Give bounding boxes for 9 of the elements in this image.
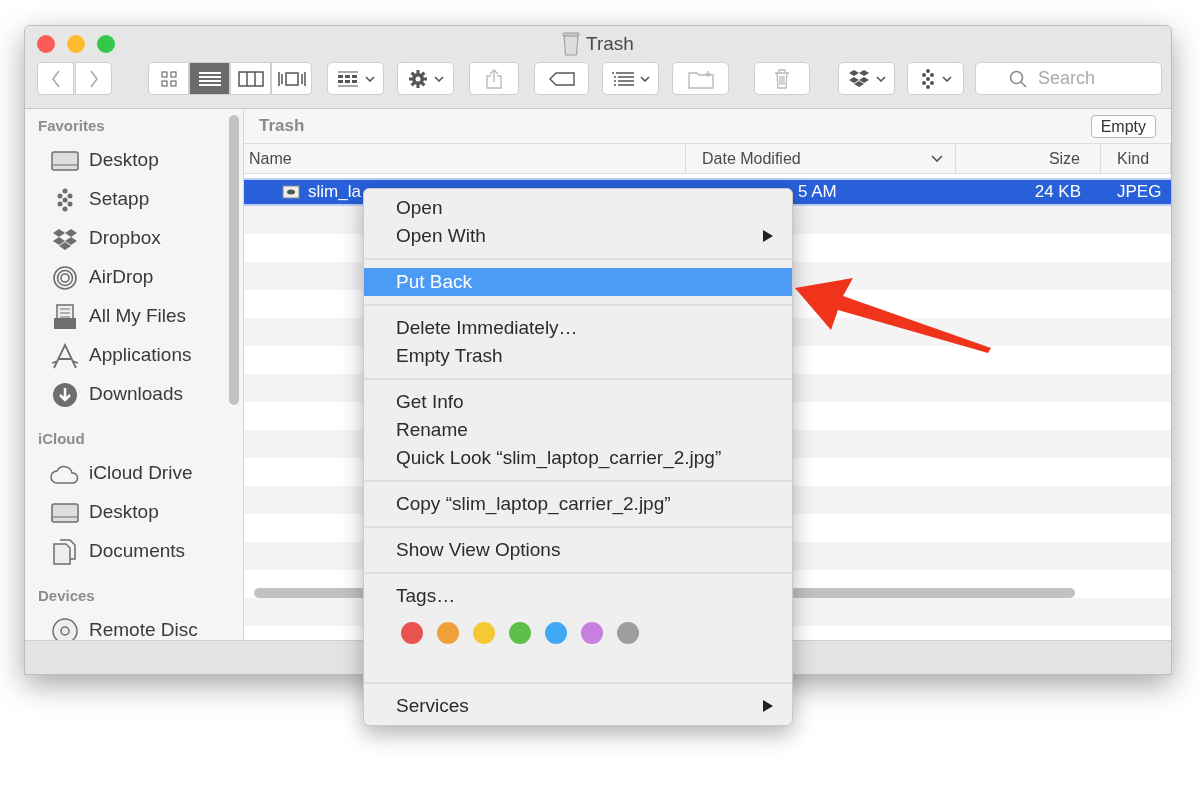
table-cell-text: 24 KB [1033,181,1082,204]
path-title: Trash [259,115,305,138]
file-name: slim_la [308,181,361,204]
sidebar-section-title: Favorites [37,117,106,135]
table-cell-text: 5 AM [797,181,838,204]
table-cell-text: JPEG [1116,181,1163,204]
window-title: Trash [586,32,634,56]
sidebar-section-title: Devices [37,587,96,605]
sidebar-section-title: iCloud [37,430,86,448]
